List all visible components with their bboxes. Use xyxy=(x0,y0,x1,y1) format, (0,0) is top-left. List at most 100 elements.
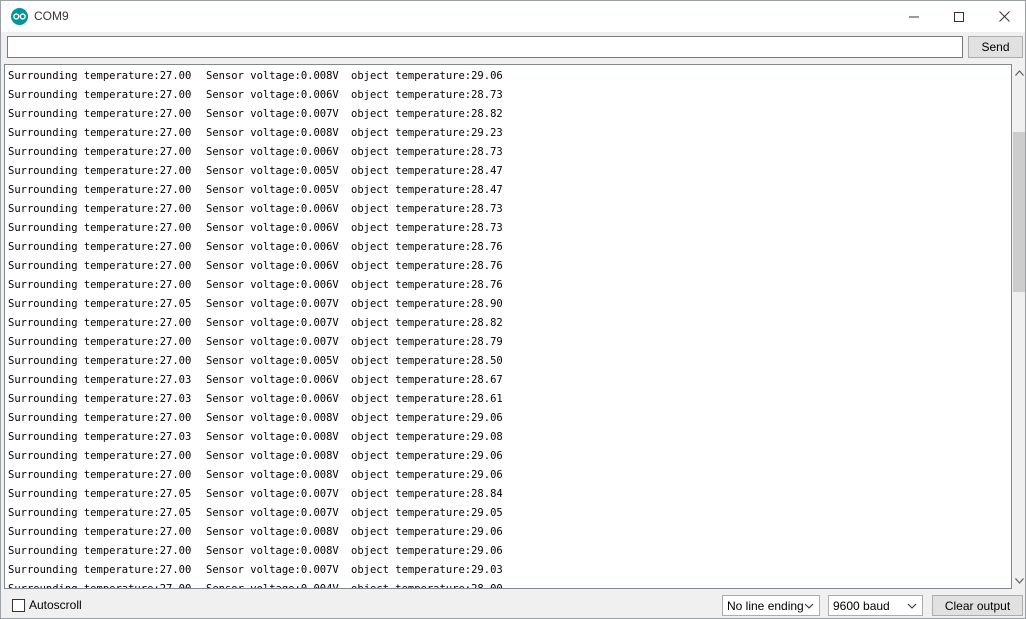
sensor-voltage-value: 0.007V xyxy=(300,317,339,329)
scroll-down-button[interactable] xyxy=(1012,572,1025,589)
output-line: Surrounding temperature:27.00 Sensor volt… xyxy=(8,352,503,371)
line-ending-value: No line ending xyxy=(727,599,804,613)
clear-output-button[interactable]: Clear output xyxy=(932,595,1023,616)
object-temperature-label: object temperature: xyxy=(351,184,472,196)
baud-rate-select[interactable]: 9600 baud xyxy=(828,595,923,616)
chevron-down-icon xyxy=(907,603,917,609)
sensor-voltage-cell: Sensor voltage:0.008V xyxy=(206,428,351,447)
autoscroll-checkbox[interactable] xyxy=(12,599,25,612)
send-button[interactable]: Send xyxy=(968,36,1023,58)
surrounding-temperature-cell: Surrounding temperature:27.00 xyxy=(8,580,206,589)
object-temperature-value: 29.03 xyxy=(471,564,503,576)
object-temperature-label: object temperature: xyxy=(351,146,472,158)
object-temperature-label: object temperature: xyxy=(351,469,472,481)
output-line: Surrounding temperature:27.03 Sensor volt… xyxy=(8,390,503,409)
surrounding-temperature-value: 27.05 xyxy=(159,298,192,310)
chevron-down-icon xyxy=(1014,577,1024,584)
sensor-voltage-cell: Sensor voltage:0.005V xyxy=(206,162,351,181)
object-temperature-value: 28.61 xyxy=(471,393,503,405)
sensor-voltage-value: 0.008V xyxy=(300,70,339,82)
output-line: Surrounding temperature:27.03 Sensor volt… xyxy=(8,428,503,447)
surrounding-temperature-value: 27.00 xyxy=(159,526,192,538)
surrounding-temperature-value: 27.00 xyxy=(159,108,192,120)
surrounding-temperature-label: Surrounding temperature: xyxy=(8,279,160,291)
maximize-button[interactable] xyxy=(936,1,982,32)
sensor-voltage-label: Sensor voltage: xyxy=(206,165,301,177)
surrounding-temperature-label: Surrounding temperature: xyxy=(8,336,160,348)
surrounding-temperature-cell: Surrounding temperature:27.05 xyxy=(8,485,206,504)
sensor-voltage-cell: Sensor voltage:0.008V xyxy=(206,409,351,428)
surrounding-temperature-cell: Surrounding temperature:27.00 xyxy=(8,86,206,105)
surrounding-temperature-cell: Surrounding temperature:27.00 xyxy=(8,219,206,238)
sensor-voltage-value: 0.006V xyxy=(300,203,339,215)
sensor-voltage-cell: Sensor voltage:0.008V xyxy=(206,523,351,542)
object-temperature-cell: object temperature:28.00 xyxy=(351,580,503,589)
object-temperature-cell: object temperature:28.47 xyxy=(351,181,503,200)
object-temperature-label: object temperature: xyxy=(351,222,472,234)
minimize-icon xyxy=(909,16,919,17)
sensor-voltage-cell: Sensor voltage:0.005V xyxy=(206,352,351,371)
object-temperature-label: object temperature: xyxy=(351,241,472,253)
surrounding-temperature-cell: Surrounding temperature:27.05 xyxy=(8,504,206,523)
object-temperature-label: object temperature: xyxy=(351,203,472,215)
line-ending-select[interactable]: No line ending xyxy=(722,595,820,616)
sensor-voltage-value: 0.007V xyxy=(300,108,339,120)
surrounding-temperature-label: Surrounding temperature: xyxy=(8,412,160,424)
surrounding-temperature-value: 27.00 xyxy=(159,336,192,348)
output-line: Surrounding temperature:27.00 Sensor volt… xyxy=(8,542,503,561)
object-temperature-cell: object temperature:29.05 xyxy=(351,504,503,523)
sensor-voltage-value: 0.006V xyxy=(300,279,339,291)
object-temperature-cell: object temperature:29.03 xyxy=(351,561,503,580)
sensor-voltage-label: Sensor voltage: xyxy=(206,488,301,500)
sensor-voltage-value: 0.008V xyxy=(300,412,339,424)
object-temperature-value: 28.82 xyxy=(471,108,503,120)
serial-input[interactable] xyxy=(7,36,963,58)
close-button[interactable] xyxy=(981,1,1025,32)
object-temperature-value: 29.06 xyxy=(471,469,503,481)
sensor-voltage-value: 0.008V xyxy=(300,526,339,538)
sensor-voltage-value: 0.006V xyxy=(300,260,339,272)
sensor-voltage-value: 0.006V xyxy=(300,374,339,386)
object-temperature-cell: object temperature:28.84 xyxy=(351,485,503,504)
sensor-voltage-label: Sensor voltage: xyxy=(206,564,301,576)
title-bar: COM9 xyxy=(1,1,1025,32)
object-temperature-value: 28.90 xyxy=(471,298,503,310)
object-temperature-value: 29.08 xyxy=(471,431,503,443)
output-line: Surrounding temperature:27.00 Sensor volt… xyxy=(8,238,503,257)
sensor-voltage-label: Sensor voltage: xyxy=(206,89,301,101)
sensor-voltage-value: 0.008V xyxy=(300,431,339,443)
object-temperature-value: 28.73 xyxy=(471,89,503,101)
object-temperature-value: 28.47 xyxy=(471,165,503,177)
object-temperature-label: object temperature: xyxy=(351,412,472,424)
object-temperature-label: object temperature: xyxy=(351,374,472,386)
sensor-voltage-cell: Sensor voltage:0.007V xyxy=(206,295,351,314)
serial-output[interactable]: Surrounding temperature:27.00 Sensor volt… xyxy=(4,64,1012,589)
surrounding-temperature-cell: Surrounding temperature:27.00 xyxy=(8,105,206,124)
surrounding-temperature-cell: Surrounding temperature:27.00 xyxy=(8,333,206,352)
object-temperature-cell: object temperature:29.08 xyxy=(351,428,503,447)
scroll-thumb[interactable] xyxy=(1013,132,1025,292)
sensor-voltage-cell: Sensor voltage:0.008V xyxy=(206,124,351,143)
minimize-button[interactable] xyxy=(891,1,937,32)
object-temperature-value: 29.06 xyxy=(471,412,503,424)
sensor-voltage-label: Sensor voltage: xyxy=(206,127,301,139)
object-temperature-value: 28.73 xyxy=(471,222,503,234)
surrounding-temperature-cell: Surrounding temperature:27.03 xyxy=(8,390,206,409)
surrounding-temperature-value: 27.00 xyxy=(159,260,192,272)
sensor-voltage-label: Sensor voltage: xyxy=(206,260,301,272)
sensor-voltage-cell: Sensor voltage:0.004V xyxy=(206,580,351,588)
surrounding-temperature-label: Surrounding temperature: xyxy=(8,526,160,538)
surrounding-temperature-label: Surrounding temperature: xyxy=(8,393,160,405)
object-temperature-value: 29.06 xyxy=(471,526,503,538)
sensor-voltage-label: Sensor voltage: xyxy=(206,412,301,424)
serial-monitor-window: COM9 Send Surrounding temperature:27.00 S… xyxy=(0,0,1026,619)
send-row: Send xyxy=(1,32,1025,64)
sensor-voltage-label: Sensor voltage: xyxy=(206,393,301,405)
surrounding-temperature-label: Surrounding temperature: xyxy=(8,583,160,589)
output-line: Surrounding temperature:27.00 Sensor volt… xyxy=(8,219,503,238)
sensor-voltage-cell: Sensor voltage:0.007V xyxy=(206,333,351,352)
object-temperature-label: object temperature: xyxy=(351,583,472,589)
vertical-scrollbar[interactable] xyxy=(1012,64,1025,589)
scroll-up-button[interactable] xyxy=(1012,64,1025,81)
object-temperature-label: object temperature: xyxy=(351,355,472,367)
